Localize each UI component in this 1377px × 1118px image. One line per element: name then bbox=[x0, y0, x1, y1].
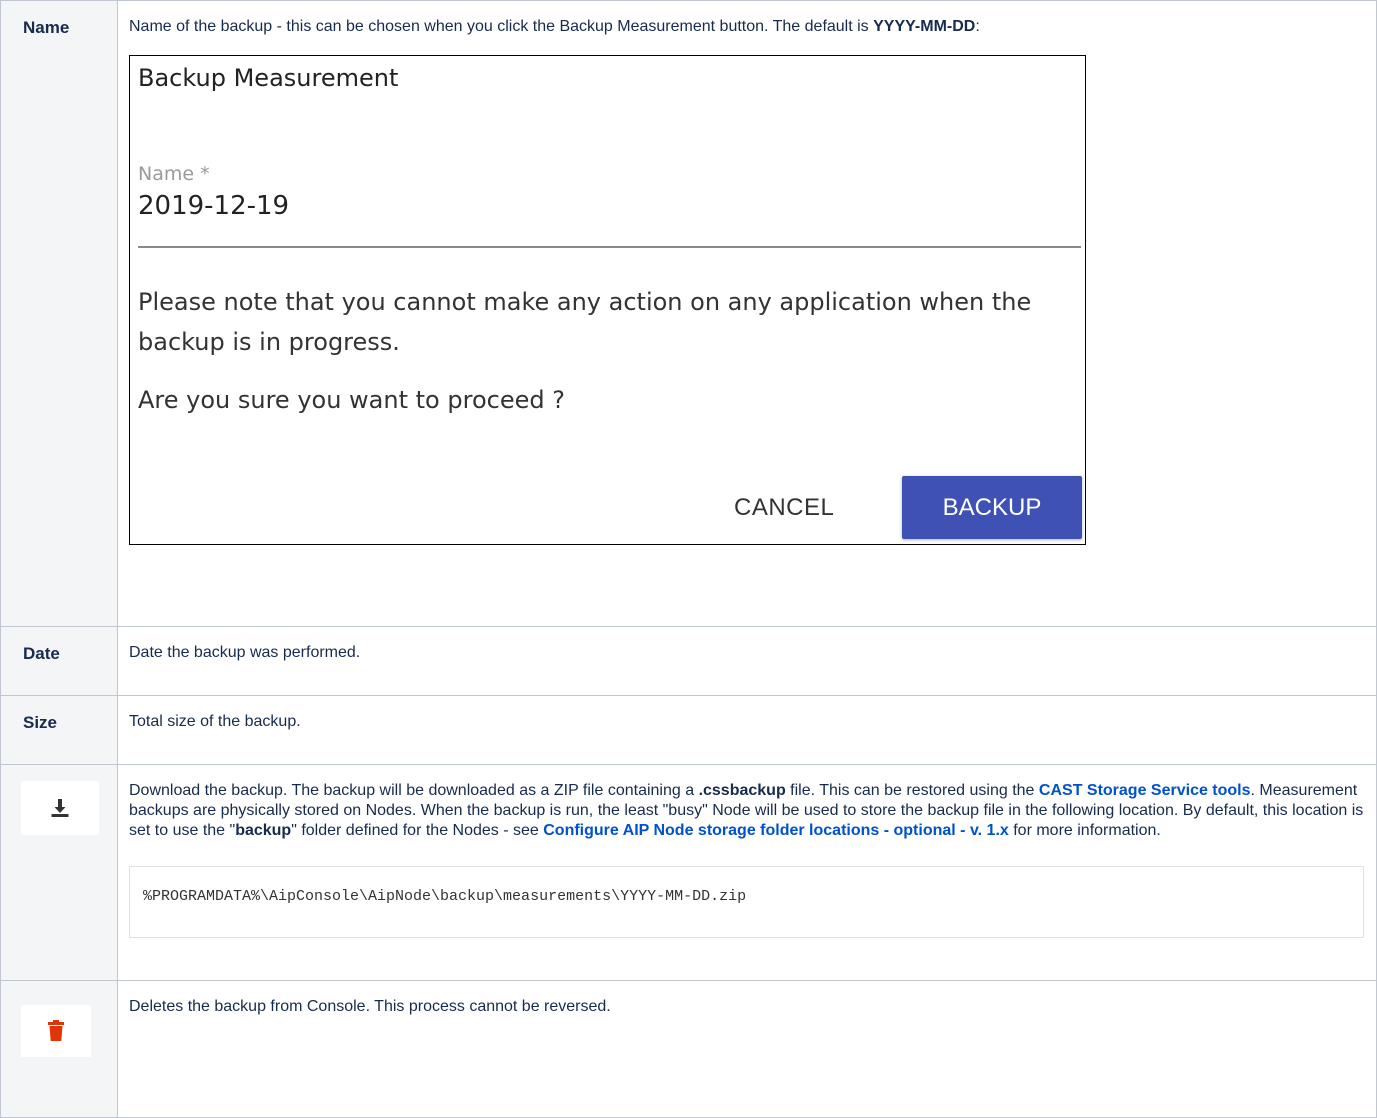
row-label: Size bbox=[0, 695, 118, 765]
table-row-date: Date Date the backup was performed. bbox=[0, 626, 1377, 696]
row-description: Name of the backup - this can be chosen … bbox=[117, 0, 1377, 627]
row-description: Deletes the backup from Console. This pr… bbox=[117, 980, 1377, 1118]
configure-node-storage-link[interactable]: Configure AIP Node storage folder locati… bbox=[543, 822, 1009, 839]
dialog-confirm-text: Are you sure you want to proceed ? bbox=[138, 386, 565, 414]
cancel-button[interactable]: CANCEL bbox=[734, 494, 834, 522]
cast-storage-service-tools-link[interactable]: CAST Storage Service tools bbox=[1039, 782, 1251, 799]
row-description: Date the backup was performed. bbox=[117, 626, 1377, 696]
backup-button[interactable]: BACKUP bbox=[902, 476, 1082, 539]
row-icon-cell bbox=[0, 980, 118, 1118]
code-block: %PROGRAMDATA%\AipConsole\AipNode\backup\… bbox=[129, 866, 1364, 938]
backup-measurement-dialog: Backup Measurement Name * 2019-12-19 Ple… bbox=[129, 55, 1086, 545]
table-row-name: Name Name of the backup - this can be ch… bbox=[0, 0, 1377, 627]
name-description: Name of the backup - this can be chosen … bbox=[129, 18, 980, 35]
table-row-download: Download the backup. The backup will be … bbox=[0, 764, 1377, 981]
dialog-title: Backup Measurement bbox=[138, 64, 399, 92]
attributes-table: Name Name of the backup - this can be ch… bbox=[0, 0, 1377, 1118]
row-icon-cell bbox=[0, 764, 118, 981]
dialog-note: Please note that you cannot make any act… bbox=[138, 288, 1032, 356]
row-description: Download the backup. The backup will be … bbox=[117, 764, 1377, 981]
name-input-underline bbox=[138, 246, 1081, 248]
trash-icon[interactable] bbox=[21, 1005, 91, 1057]
name-input[interactable]: 2019-12-19 bbox=[138, 193, 289, 219]
name-field-label: Name * bbox=[138, 163, 210, 185]
table-row-size: Size Total size of the backup. bbox=[0, 695, 1377, 765]
download-icon-glyph bbox=[51, 799, 69, 817]
table-row-delete: Deletes the backup from Console. This pr… bbox=[0, 980, 1377, 1118]
trash-icon-glyph bbox=[48, 1020, 64, 1041]
download-icon[interactable] bbox=[21, 781, 99, 835]
row-description: Total size of the backup. bbox=[117, 695, 1377, 765]
row-label: Date bbox=[0, 626, 118, 696]
row-label: Name bbox=[0, 0, 118, 627]
download-description: Download the backup. The backup will be … bbox=[129, 782, 1364, 839]
